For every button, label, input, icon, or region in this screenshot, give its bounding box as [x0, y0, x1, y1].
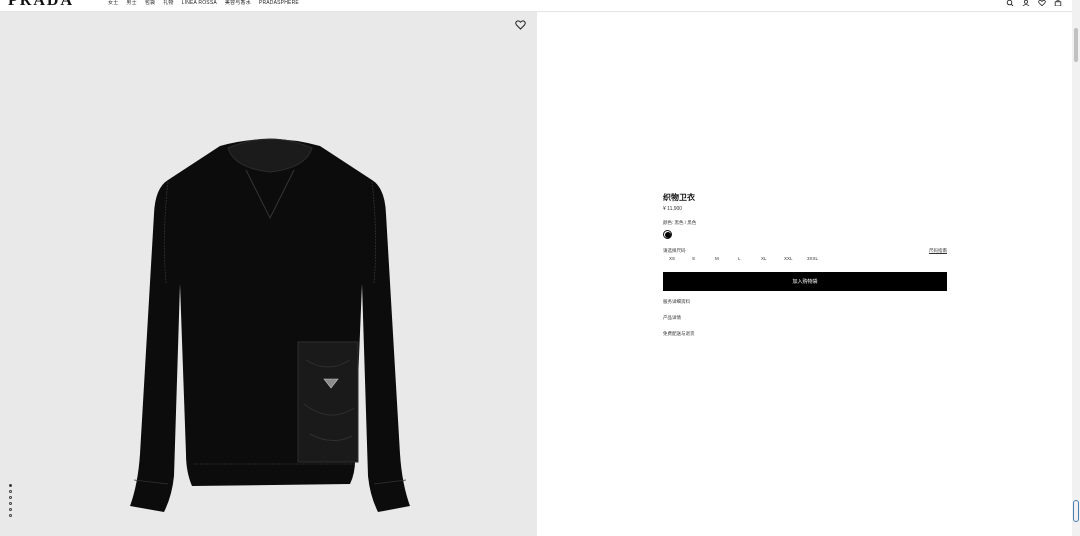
- nav-item-linea-rossa[interactable]: LINEA ROSSA: [182, 0, 217, 8]
- nav-item-pradasphere[interactable]: PRADASPHERE: [259, 0, 299, 8]
- size-header: 请选择尺码 尺码指南: [663, 248, 947, 253]
- nav-item-beauty[interactable]: 美容与香水: [225, 0, 251, 8]
- size-option-3xxl[interactable]: 3XXL: [807, 256, 830, 262]
- add-to-bag-button[interactable]: 加入购物袋: [663, 272, 947, 291]
- product-detail-links: 服务详细资料 产品详情 免费配送与退货: [663, 299, 947, 336]
- nav-item-women[interactable]: 女士: [108, 0, 118, 8]
- account-icon[interactable]: [1022, 0, 1030, 6]
- wishlist-icon[interactable]: [1038, 0, 1046, 6]
- shipping-returns-link[interactable]: 免费配送与退货: [663, 331, 947, 336]
- size-option-l[interactable]: L: [738, 256, 761, 262]
- product-info-panel: 织物卫衣 ¥ 11,900 颜色: 黑色 / 黑色 请选择尺码 尺码指南 XS …: [663, 193, 947, 336]
- scroll-handle[interactable]: [1073, 500, 1079, 522]
- size-option-xs[interactable]: XS: [669, 256, 692, 262]
- size-options: XS S M L XL XXL 3XXL: [663, 256, 947, 262]
- product-photo: [130, 138, 410, 512]
- nav-item-gifts[interactable]: 礼物: [163, 0, 173, 8]
- page-scrollbar[interactable]: [1072, 0, 1080, 536]
- size-label: 请选择尺码: [663, 248, 686, 253]
- add-to-wishlist-icon[interactable]: [515, 20, 526, 30]
- product-image-panel: [0, 12, 537, 536]
- product-name: 织物卫衣: [663, 193, 695, 202]
- header-actions: [1006, 0, 1062, 6]
- swatch-fill: [664, 231, 671, 238]
- carousel-indicators: [9, 484, 12, 517]
- size-option-s[interactable]: S: [692, 256, 715, 262]
- size-option-xl[interactable]: XL: [761, 256, 784, 262]
- carousel-dot[interactable]: [9, 508, 12, 511]
- size-option-m[interactable]: M: [715, 256, 738, 262]
- carousel-dot[interactable]: [9, 490, 12, 493]
- brand-logo[interactable]: PRADA: [8, 0, 74, 9]
- size-guide-link[interactable]: 尺码指南: [929, 248, 947, 253]
- search-icon[interactable]: [1006, 0, 1014, 6]
- carousel-dot[interactable]: [9, 496, 12, 499]
- carousel-dot[interactable]: [9, 484, 12, 487]
- site-header: PRADA 女士 男士 包袋 礼物 LINEA ROSSA 美容与香水 PRAD…: [0, 0, 1072, 12]
- size-option-xxl[interactable]: XXL: [784, 256, 807, 262]
- scrollbar-thumb[interactable]: [1074, 28, 1078, 62]
- carousel-dot[interactable]: [9, 502, 12, 505]
- carousel-dot[interactable]: [9, 514, 12, 517]
- color-swatch-black[interactable]: [663, 230, 672, 239]
- main-nav: 女士 男士 包袋 礼物 LINEA ROSSA 美容与香水 PRADASPHER…: [108, 0, 299, 8]
- product-details-link[interactable]: 产品详情: [663, 315, 947, 320]
- nav-item-bags[interactable]: 包袋: [145, 0, 155, 8]
- color-label: 颜色: 黑色 / 黑色: [663, 220, 697, 225]
- nav-item-men[interactable]: 男士: [126, 0, 136, 8]
- bag-icon[interactable]: [1054, 0, 1062, 6]
- product-price: ¥ 11,900: [663, 206, 683, 212]
- service-details-link[interactable]: 服务详细资料: [663, 299, 947, 304]
